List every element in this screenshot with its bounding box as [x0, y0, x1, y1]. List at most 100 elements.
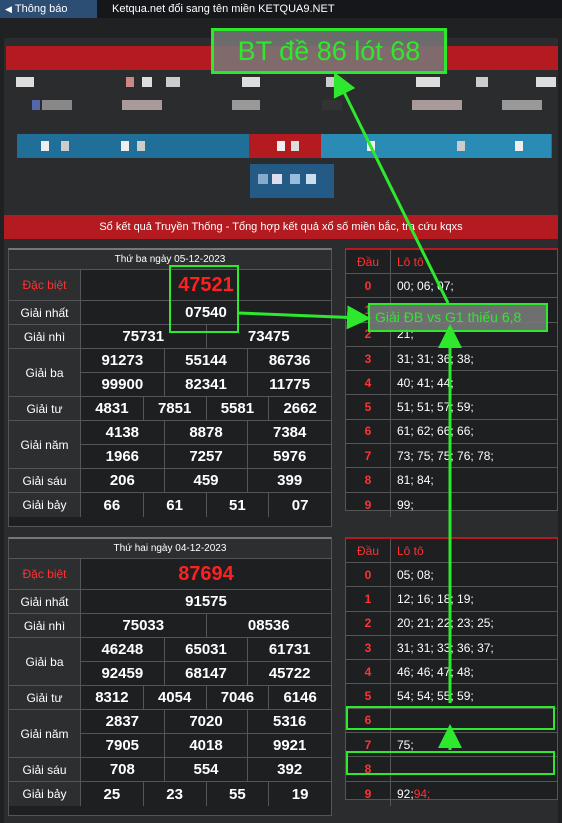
- prize-number: 554: [163, 758, 248, 781]
- loto-row: 8 81; 84;: [346, 468, 557, 493]
- prize-row: Giải năm 4138 8878 7384 1966 7257 5976: [9, 421, 331, 469]
- prize-row: Giải nhất 91575: [9, 590, 331, 614]
- prize-number: 7046: [205, 686, 269, 709]
- prize-number: 5581: [205, 397, 269, 420]
- prize-label: Giải nhì: [9, 614, 81, 637]
- loto-nums: 73; 75; 75; 76; 78;: [397, 448, 494, 463]
- loto-numbers: 40; 41; 44;: [390, 371, 557, 395]
- loto-head-digit: 9: [364, 786, 372, 801]
- special-prize-number: 87694: [178, 562, 234, 585]
- prize-label: Giải bảy: [9, 493, 81, 517]
- loto-nums: 40; 41; 44;: [397, 375, 454, 390]
- loto-nums: 51; 51; 57; 59;: [397, 400, 474, 415]
- prize-row: Giải tư 8312 4054 7046 6146: [9, 686, 331, 710]
- loto-head-digit: 0: [364, 278, 372, 293]
- top-bar: ◀ Thông báo Ketqua.net đổi sang tên miền …: [0, 0, 562, 18]
- prize-label: Giải bảy: [9, 782, 81, 806]
- pixelated-ad-box: [250, 164, 334, 198]
- prize-number: 8878: [163, 421, 248, 444]
- loto-numbers: 46; 46; 47; 48;: [390, 660, 557, 684]
- loto-row: 9 99;: [346, 492, 557, 517]
- loto-nums: 92;: [397, 786, 414, 801]
- pixelated-ad-row: [32, 100, 552, 110]
- prize-number: 2837: [105, 713, 140, 730]
- loto-head-digit: 9: [364, 497, 372, 512]
- loto-head-digit: 4: [364, 664, 372, 679]
- highlight-box-prizes: [169, 265, 239, 333]
- loto-row: 0 00; 06; 07;: [346, 274, 557, 299]
- prize-label: Giải nhì: [9, 325, 81, 348]
- loto-nums: 81; 84;: [397, 473, 434, 488]
- notice-label: Thông báo: [14, 3, 68, 15]
- loto-nums: 20; 21; 22; 23; 25;: [397, 616, 494, 631]
- loto-numbers: 20; 21; 22; 23; 25;: [390, 611, 557, 635]
- prize-number: 65031: [163, 638, 248, 661]
- loto-hot-number: 94;: [413, 786, 431, 801]
- prize-number: 6146: [268, 686, 331, 709]
- loto-header-row: Đầu Lô tô: [346, 250, 557, 274]
- prize-label: Giải năm: [9, 710, 81, 757]
- prize-label: Đặc biệt: [9, 559, 81, 589]
- prize-number: 4138: [105, 424, 140, 441]
- loto-table: ĐầuLô tô000; 06; 07;1221;331; 31; 36; 38…: [345, 248, 558, 517]
- prize-number: 25: [103, 785, 121, 803]
- loto-head-digit: 3: [364, 351, 372, 366]
- prize-number: 11775: [247, 373, 331, 396]
- loto-numbers: 31; 31; 36; 38;: [390, 346, 557, 371]
- ad-banner[interactable]: [17, 134, 552, 158]
- prize-number: 8312: [95, 689, 129, 706]
- loto-row: 0 05; 08;: [346, 563, 557, 588]
- loto-numbers: 81; 84;: [390, 468, 557, 492]
- loto-nums: 46; 46; 47; 48;: [397, 664, 474, 679]
- prize-number: 459: [163, 469, 248, 492]
- result-date: Thứ hai ngày 04-12-2023: [9, 539, 331, 559]
- prize-number: 51: [205, 493, 269, 517]
- loto-numbers: 00; 06; 07;: [390, 274, 557, 298]
- prize-number: 82341: [163, 373, 248, 396]
- loto-header-row: Đầu Lô tô: [346, 539, 557, 563]
- prize-row: Giải tư 4831 7851 5581 2662: [9, 397, 331, 421]
- loto-row: 4 40; 41; 44;: [346, 371, 557, 396]
- prize-number: 61731: [247, 638, 331, 661]
- prize-number: 7384: [247, 421, 331, 444]
- prize-number: 7020: [163, 710, 248, 733]
- prize-number: 46248: [101, 641, 144, 658]
- highlight-box-head-8: [346, 751, 555, 775]
- prize-number: 91273: [101, 352, 144, 369]
- prize-number: 86736: [247, 349, 331, 372]
- loto-nums: 12; 16; 18; 19;: [397, 591, 474, 606]
- loto-head-digit: 8: [364, 473, 372, 488]
- loto-nums: 31; 31; 33; 36; 37;: [397, 640, 494, 655]
- loto-head-digit: 5: [364, 689, 372, 704]
- notice-button[interactable]: ◀ Thông báo: [0, 0, 97, 18]
- loto-row: 3 31; 31; 36; 38;: [346, 346, 557, 372]
- loto-nums: 00; 06; 07;: [397, 278, 454, 293]
- loto-row: 4 46; 46; 47; 48;: [346, 660, 557, 685]
- loto-head-digit: 3: [364, 640, 372, 655]
- prize-number: 9921: [247, 734, 331, 757]
- loto-nums: 75;: [397, 737, 414, 752]
- prize-row: Giải năm 2837 7020 5316 7905 4018 9921: [9, 710, 331, 758]
- prize-number: 55: [205, 782, 269, 806]
- prize-label: Giải tư: [9, 686, 81, 709]
- loto-head-digit: 5: [364, 400, 372, 415]
- prize-number: 5316: [247, 710, 331, 733]
- page-title-bar: Sổ kết quả Truyền Thống - Tổng hợp kết q…: [4, 215, 558, 239]
- loto-header-loto: Lô tô: [390, 539, 557, 562]
- prize-label: Giải ba: [9, 638, 81, 685]
- prize-number: 392: [247, 758, 331, 781]
- prize-label: Giải ba: [9, 349, 81, 396]
- prize-number: 08536: [205, 614, 332, 637]
- prize-number: 91575: [185, 593, 227, 610]
- loto-row: 1 12; 16; 18; 19;: [346, 587, 557, 612]
- loto-nums: 05; 08;: [397, 567, 434, 582]
- prize-number: 4054: [142, 686, 206, 709]
- prize-label: Giải nhất: [9, 590, 81, 613]
- loto-nums: 31; 31; 36; 38;: [397, 351, 474, 366]
- loto-header-dau: Đầu: [356, 254, 379, 269]
- prize-number: 708: [109, 761, 135, 778]
- loto-numbers: 31; 31; 33; 36; 37;: [390, 635, 557, 660]
- loto-nums: 99;: [397, 497, 414, 512]
- loto-head-digit: 1: [364, 591, 372, 606]
- notice-ticker[interactable]: Ketqua.net đổi sang tên miền KETQUA9.NET: [112, 0, 335, 18]
